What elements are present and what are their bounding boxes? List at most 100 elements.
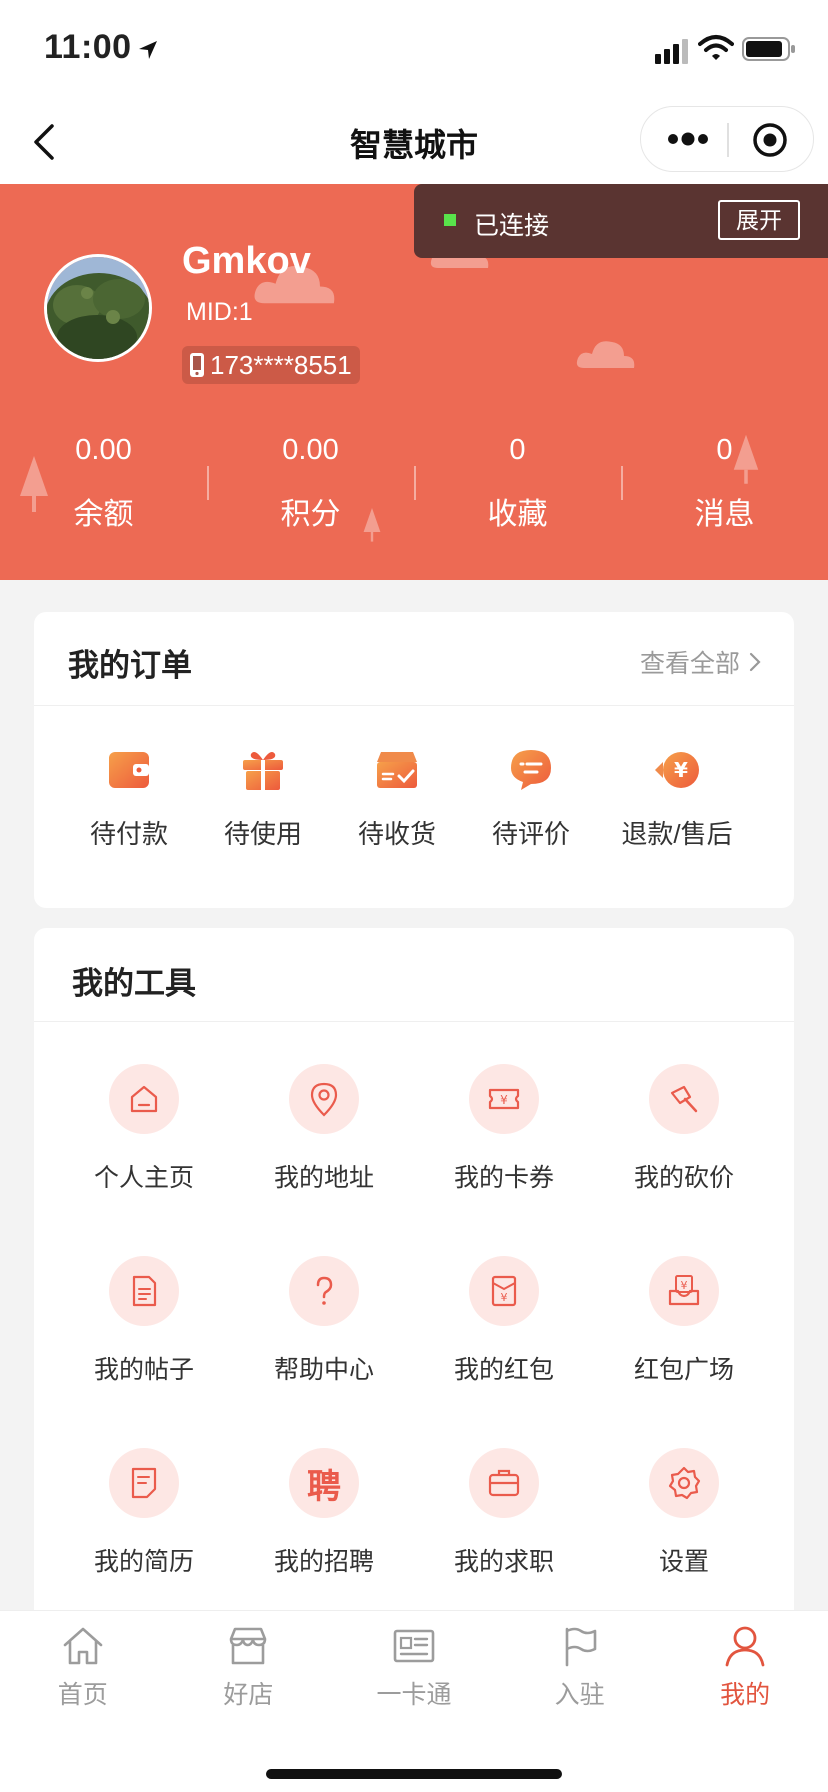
- tool-help-center[interactable]: 帮助中心: [234, 1256, 414, 1386]
- order-item-label: 待评价: [491, 819, 570, 849]
- svg-text:¥: ¥: [681, 1279, 688, 1292]
- status-time: 11:00: [44, 28, 132, 66]
- tab-home[interactable]: 首页: [0, 1611, 166, 1731]
- refund-icon: ¥: [655, 752, 699, 788]
- resume-icon: [131, 1467, 157, 1499]
- card-header: 我的订单 查看全部: [34, 612, 794, 706]
- tool-my-job-search[interactable]: 我的求职: [414, 1448, 594, 1578]
- tab-good-stores[interactable]: 好店: [166, 1611, 332, 1731]
- tool-settings[interactable]: 设置: [594, 1448, 774, 1578]
- connection-status-text: 已连接: [474, 212, 550, 240]
- stat-label: 积分: [280, 498, 341, 531]
- store-tab-icon: [230, 1627, 267, 1665]
- close-miniprogram-icon[interactable]: [751, 121, 789, 159]
- wallet-icon: [109, 752, 149, 788]
- user-tab-icon: [725, 1626, 765, 1667]
- tool-my-red-envelope[interactable]: ¥ 我的红包: [414, 1256, 594, 1386]
- navigation-bar: 智慧城市: [0, 100, 828, 184]
- more-dots-icon[interactable]: [665, 121, 711, 157]
- avatar[interactable]: [44, 254, 152, 362]
- tool-my-coupons[interactable]: ¥ 我的卡券: [414, 1064, 594, 1194]
- view-all-label: 查看全部: [639, 650, 740, 678]
- tab-mine[interactable]: 我的: [662, 1611, 828, 1731]
- tool-label: 红包广场: [633, 1356, 734, 1384]
- tool-my-resume[interactable]: 我的简历: [54, 1448, 234, 1578]
- red-envelope-icon: ¥: [491, 1275, 517, 1307]
- card-header: 我的工具: [34, 928, 794, 1022]
- axe-icon: [670, 1085, 698, 1113]
- tool-label: 帮助中心: [273, 1356, 374, 1384]
- document-icon: [132, 1275, 157, 1307]
- view-all-orders-link[interactable]: 查看全部: [640, 644, 762, 680]
- tab-label: 我的: [720, 1681, 771, 1709]
- order-to-receive[interactable]: 待收货: [330, 746, 464, 851]
- gift-icon: [243, 752, 283, 790]
- tool-my-address[interactable]: 我的地址: [234, 1064, 414, 1194]
- tools-grid: 个人主页 我的地址 ¥ 我的卡券 我的砍价 我的帖子 帮助中心 ¥ 我的红包 ¥…: [54, 1064, 774, 1578]
- home-icon: [130, 1085, 158, 1113]
- order-to-review[interactable]: 待评价: [464, 746, 598, 851]
- svg-text:¥: ¥: [501, 1291, 508, 1304]
- my-orders-card: 我的订单 查看全部 待付款 待使用 待收货 待评价 ¥ 退款/售后: [34, 612, 794, 908]
- cellular-signal-icon: [655, 39, 688, 64]
- tool-label: 设置: [658, 1548, 709, 1576]
- recruit-icon: 聘: [307, 1467, 341, 1506]
- expand-button[interactable]: 展开: [718, 200, 800, 240]
- card-tab-icon: [393, 1629, 435, 1663]
- bottom-tab-bar: 首页 好店 一卡通 入驻 我的: [0, 1610, 828, 1792]
- order-pending-payment[interactable]: 待付款: [62, 746, 196, 851]
- tool-label: 我的地址: [273, 1164, 374, 1192]
- tool-my-recruitment[interactable]: 聘 我的招聘: [234, 1448, 414, 1578]
- coupon-icon: ¥: [488, 1088, 520, 1110]
- chevron-right-icon: [749, 652, 761, 672]
- order-status-row: 待付款 待使用 待收货 待评价 ¥ 退款/售后: [34, 746, 794, 851]
- stat-value: 0: [509, 434, 526, 466]
- section-title: 我的工具: [72, 966, 196, 1001]
- cloud-decoration-icon: [576, 341, 635, 368]
- stat-label: 消息: [694, 498, 755, 531]
- stat-messages[interactable]: 0 消息: [621, 434, 828, 544]
- tool-my-posts[interactable]: 我的帖子: [54, 1256, 234, 1386]
- tab-settle-in[interactable]: 入驻: [497, 1611, 663, 1731]
- username: Gmkov: [182, 240, 311, 282]
- tab-label: 好店: [223, 1681, 274, 1709]
- tool-label: 我的简历: [93, 1548, 194, 1576]
- stat-points[interactable]: 0.00 积分: [207, 434, 414, 544]
- comment-icon: [511, 750, 551, 790]
- tool-label: 我的红包: [453, 1356, 554, 1384]
- tool-personal-homepage[interactable]: 个人主页: [54, 1064, 234, 1194]
- connection-status-panel: 已连接 展开: [414, 184, 828, 258]
- order-refund-after-sale[interactable]: ¥ 退款/售后: [598, 746, 756, 851]
- tab-all-in-one-card[interactable]: 一卡通: [331, 1611, 497, 1731]
- tab-label: 一卡通: [376, 1681, 452, 1709]
- gear-icon: [668, 1466, 701, 1500]
- tool-label: 我的求职: [453, 1548, 554, 1576]
- status-bar: 11:00: [0, 0, 828, 100]
- svg-text:¥: ¥: [500, 1093, 508, 1107]
- tool-red-envelope-plaza[interactable]: ¥ 红包广场: [594, 1256, 774, 1386]
- capsule-divider: [727, 123, 729, 157]
- tool-label: 我的招聘: [273, 1548, 374, 1576]
- tool-my-bargain[interactable]: 我的砍价: [594, 1064, 774, 1194]
- stats-row: 0.00 余额 0.00 积分 0 收藏 0 消息: [0, 434, 828, 544]
- envelope-inbox-icon: ¥: [668, 1275, 700, 1306]
- order-to-use[interactable]: 待使用: [196, 746, 330, 851]
- stat-favorites[interactable]: 0 收藏: [414, 434, 621, 544]
- tab-label: 入驻: [554, 1681, 605, 1709]
- tool-label: 我的砍价: [633, 1164, 734, 1192]
- order-item-label: 退款/售后: [621, 819, 733, 849]
- connected-indicator: [444, 214, 456, 226]
- phone-badge: 173****8551: [182, 346, 360, 384]
- order-item-label: 待付款: [89, 819, 168, 849]
- question-mark-icon: [316, 1276, 333, 1305]
- tool-label: 个人主页: [93, 1164, 194, 1192]
- stat-label: 余额: [73, 498, 134, 531]
- stat-label: 收藏: [487, 498, 548, 531]
- phone-number: 173****8551: [210, 349, 352, 380]
- home-indicator[interactable]: [266, 1769, 562, 1779]
- stat-value: 0.00: [282, 434, 339, 466]
- order-item-label: 待使用: [223, 819, 302, 849]
- location-arrow-icon: [139, 41, 157, 59]
- battery-icon: [742, 37, 795, 61]
- stat-balance[interactable]: 0.00 余额: [0, 434, 207, 544]
